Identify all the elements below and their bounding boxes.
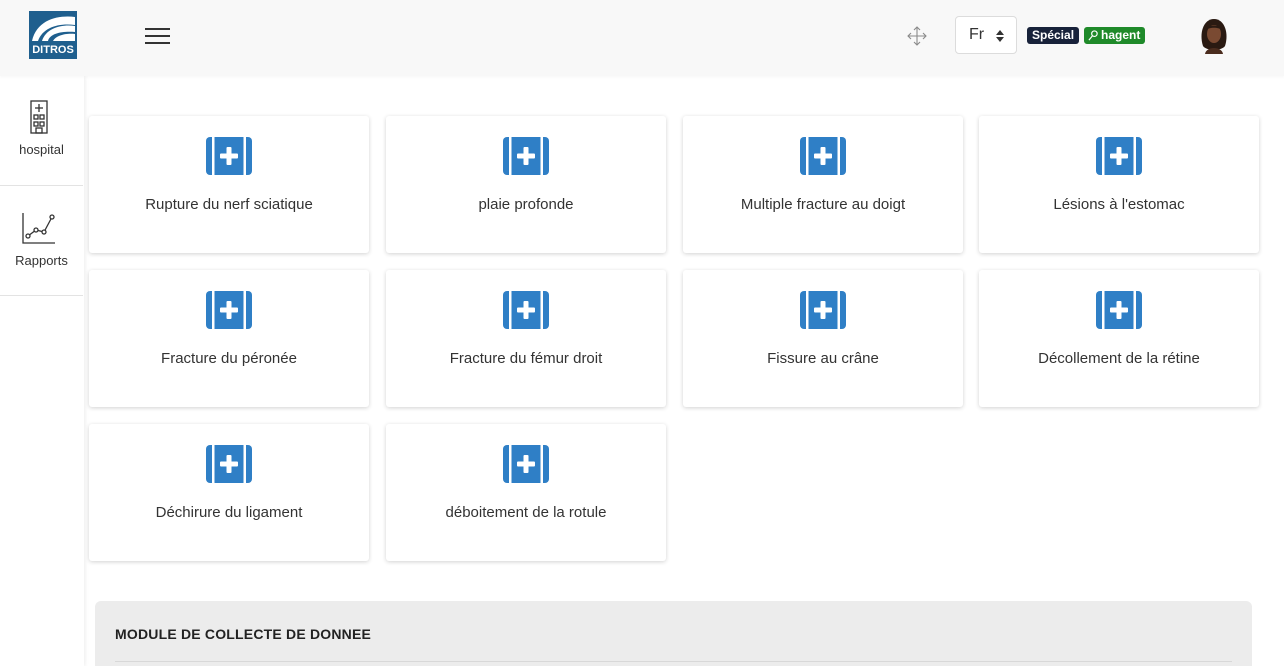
injury-card-title: Décollement de la rétine bbox=[1038, 350, 1200, 367]
first-aid-kit-icon bbox=[503, 445, 549, 483]
sidebar-item-label: hospital bbox=[19, 142, 64, 157]
data-collection-module: MODULE DE COLLECTE DE DONNEE bbox=[95, 601, 1252, 666]
role-badge: Spécial bbox=[1027, 27, 1080, 44]
chart-line-icon bbox=[22, 213, 55, 244]
first-aid-kit-icon bbox=[1096, 137, 1142, 175]
injury-card[interactable]: Fracture du fémur droit bbox=[386, 270, 666, 407]
language-select[interactable]: Fr bbox=[955, 16, 1017, 54]
injury-card[interactable]: Rupture du nerf sciatique bbox=[89, 116, 369, 253]
injury-card-title: Déchirure du ligament bbox=[155, 504, 303, 521]
first-aid-kit-icon bbox=[800, 291, 846, 329]
sidebar-item-rapports[interactable]: Rapports bbox=[0, 186, 83, 296]
first-aid-kit-icon bbox=[800, 137, 846, 175]
injury-card[interactable]: Fracture du péronée bbox=[89, 270, 369, 407]
injury-card-title: plaie profonde bbox=[478, 196, 574, 213]
user-icon bbox=[1088, 30, 1098, 41]
injury-card-title: Lésions à l'estomac bbox=[1053, 196, 1185, 213]
sidebar: hospital Rapports bbox=[0, 76, 84, 666]
injury-card[interactable]: Déchirure du ligament bbox=[89, 424, 369, 561]
user-avatar[interactable] bbox=[1197, 16, 1231, 54]
injury-card[interactable]: Décollement de la rétine bbox=[979, 270, 1259, 407]
first-aid-kit-icon bbox=[206, 137, 252, 175]
injury-card-title: Fracture du péronée bbox=[161, 350, 297, 367]
injury-card-title: Multiple fracture au doigt bbox=[740, 196, 906, 213]
fullscreen-move-icon[interactable] bbox=[906, 25, 928, 47]
ditros-logo[interactable]: DITROS bbox=[29, 11, 77, 59]
hospital-icon bbox=[30, 100, 48, 134]
injury-card-title: Fissure au crâne bbox=[767, 350, 879, 367]
first-aid-kit-icon bbox=[206, 445, 252, 483]
first-aid-kit-icon bbox=[503, 291, 549, 329]
injury-card[interactable]: déboitement de la rotule bbox=[386, 424, 666, 561]
select-arrows-icon bbox=[996, 30, 1004, 42]
sidebar-item-label: Rapports bbox=[15, 253, 68, 268]
injury-card[interactable]: Lésions à l'estomac bbox=[979, 116, 1259, 253]
sidebar-item-hospital[interactable]: hospital bbox=[0, 76, 83, 186]
module-title: MODULE DE COLLECTE DE DONNEE bbox=[115, 626, 372, 642]
top-header: DITROS Fr Spécial hagent bbox=[0, 0, 1284, 76]
first-aid-kit-icon bbox=[503, 137, 549, 175]
injury-card[interactable]: plaie profonde bbox=[386, 116, 666, 253]
first-aid-kit-icon bbox=[206, 291, 252, 329]
language-select-value: Fr bbox=[969, 26, 985, 43]
user-badge[interactable]: hagent bbox=[1084, 27, 1146, 44]
module-divider bbox=[115, 661, 1232, 662]
first-aid-kit-icon bbox=[1096, 291, 1142, 329]
injury-card-title: Fracture du fémur droit bbox=[449, 350, 603, 367]
injury-card[interactable]: Fissure au crâne bbox=[683, 270, 963, 407]
menu-toggle-button[interactable] bbox=[145, 26, 171, 46]
svg-text:DITROS: DITROS bbox=[32, 44, 74, 56]
injury-card[interactable]: Multiple fracture au doigt bbox=[683, 116, 963, 253]
injury-card-title: déboitement de la rotule bbox=[445, 504, 607, 521]
user-badge-label: hagent bbox=[1101, 28, 1141, 42]
injury-card-title: Rupture du nerf sciatique bbox=[145, 196, 313, 213]
